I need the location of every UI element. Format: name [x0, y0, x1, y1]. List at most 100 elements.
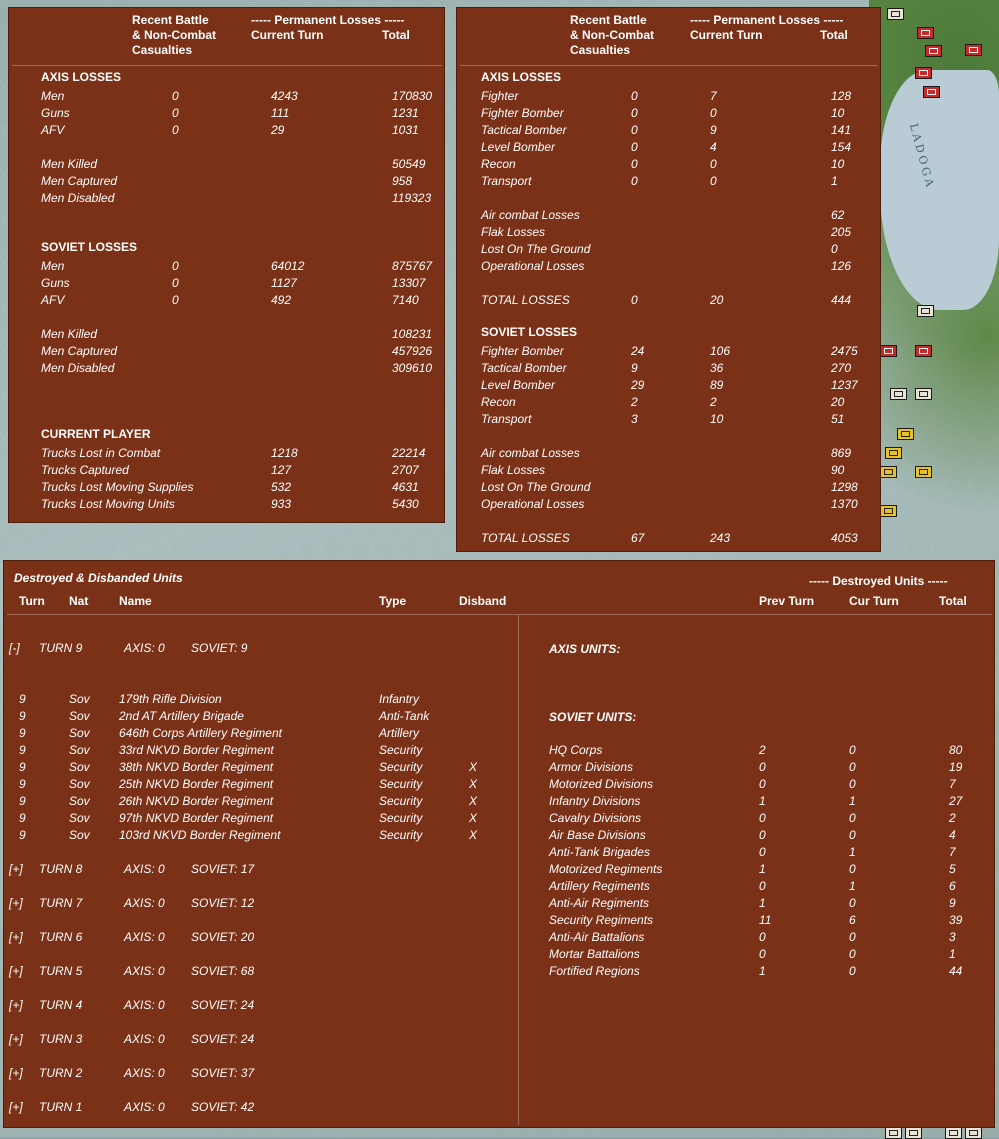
turn-soviet-count: SOVIET: 24 — [191, 1032, 255, 1046]
unit-counter-icon[interactable] — [897, 428, 914, 440]
col-name: Name — [119, 594, 152, 608]
unit-type: Anti-Tank — [379, 709, 430, 723]
turn-toggle-collapse[interactable]: [-] — [9, 641, 20, 655]
turn-label[interactable]: TURN 9 — [39, 641, 82, 655]
turn-label[interactable]: TURN 2 — [39, 1066, 82, 1080]
turn-axis-count: AXIS: 0 — [124, 998, 165, 1012]
air-axis-row-total: 1 — [831, 174, 838, 188]
unit-name[interactable]: 2nd AT Artillery Brigade — [119, 709, 244, 723]
unit-counter-icon[interactable] — [965, 1127, 982, 1139]
unit-counter-icon[interactable] — [905, 1127, 922, 1139]
soviet-unit-cur: 1 — [849, 794, 856, 808]
turn-toggle-expand[interactable]: [+] — [9, 1066, 23, 1080]
unit-counter-icon[interactable] — [880, 466, 897, 478]
player-row-total: 5430 — [392, 497, 419, 511]
turn-label[interactable]: TURN 6 — [39, 930, 82, 944]
unit-counter-icon[interactable] — [917, 27, 934, 39]
soviet-unit-cur: 0 — [849, 760, 856, 774]
axis-row-total: 170830 — [392, 89, 433, 103]
unit-counter-icon[interactable] — [880, 345, 897, 357]
turn-toggle-expand[interactable]: [+] — [9, 896, 23, 910]
unit-counter-icon[interactable] — [915, 466, 932, 478]
soviet-unit-total: 1 — [949, 947, 956, 961]
turn-label[interactable]: TURN 7 — [39, 896, 82, 910]
turn-label[interactable]: TURN 1 — [39, 1100, 82, 1114]
unit-type: Artillery — [379, 726, 420, 740]
turn-label[interactable]: TURN 5 — [39, 964, 82, 978]
unit-type: Security — [379, 811, 423, 825]
unit-name[interactable]: 33rd NKVD Border Regiment — [119, 743, 274, 757]
turn-toggle-expand[interactable]: [+] — [9, 964, 23, 978]
soviet-unit-label: Motorized Divisions — [549, 777, 654, 791]
air-axis-row-total: 141 — [831, 123, 852, 137]
air-soviet-detail-label: Operational Losses — [481, 497, 585, 511]
unit-counter-icon[interactable] — [915, 345, 932, 357]
player-row-label: Trucks Lost Moving Units — [41, 497, 175, 511]
air-axis-losses-title: AXIS LOSSES — [481, 70, 562, 84]
unit-counter-icon[interactable] — [915, 388, 932, 400]
unit-name[interactable]: 103rd NKVD Border Regiment — [119, 828, 280, 842]
unit-counter-icon[interactable] — [915, 67, 932, 79]
col-disband: Disband — [459, 594, 507, 608]
unit-name[interactable]: 646th Corps Artillery Regiment — [119, 726, 282, 740]
unit-name[interactable]: 25th NKVD Border Regiment — [119, 777, 273, 791]
turn-toggle-expand[interactable]: [+] — [9, 1032, 23, 1046]
unit-turn: 9 — [19, 811, 26, 825]
header-recent-line3: Casualties — [570, 43, 631, 57]
turn-label[interactable]: TURN 4 — [39, 998, 82, 1012]
unit-name[interactable]: 38th NKVD Border Regiment — [119, 760, 273, 774]
unit-counter-icon[interactable] — [885, 1127, 902, 1139]
unit-counter-icon[interactable] — [880, 505, 897, 517]
turn-soviet-count: SOVIET: 37 — [191, 1066, 255, 1080]
player-row-current: 1218 — [271, 446, 298, 460]
soviet-unit-prev: 1 — [759, 794, 766, 808]
soviet-unit-total: 6 — [949, 879, 956, 893]
turn-label[interactable]: TURN 8 — [39, 862, 82, 876]
unit-counter-icon[interactable] — [917, 305, 934, 317]
air-soviet-row-label: Transport — [481, 412, 532, 426]
turn-toggle-expand[interactable]: [+] — [9, 1100, 23, 1114]
unit-name[interactable]: 97th NKVD Border Regiment — [119, 811, 273, 825]
turn-label[interactable]: TURN 3 — [39, 1032, 82, 1046]
air-axis-row-label: Fighter — [481, 89, 519, 103]
unit-counter-icon[interactable] — [925, 45, 942, 57]
soviet-unit-cur: 0 — [849, 896, 856, 910]
col-cur-turn: Cur Turn — [849, 594, 899, 608]
soviet-unit-cur: 0 — [849, 862, 856, 876]
soviet-detail-total: 108231 — [392, 327, 433, 341]
soviet-unit-cur: 0 — [849, 964, 856, 978]
soviet-unit-prev: 2 — [759, 743, 766, 757]
destroyed-units-panel: Destroyed & Disbanded Units ----- Destroy… — [3, 560, 995, 1128]
air-axis-row-current: 0 — [710, 157, 717, 171]
unit-name[interactable]: 26th NKVD Border Regiment — [119, 794, 273, 808]
air-soviet-detail-total: 1370 — [831, 497, 858, 511]
unit-counter-icon[interactable] — [965, 44, 982, 56]
axis-row-current: 4243 — [271, 89, 298, 103]
air-soviet-detail-total: 90 — [831, 463, 845, 477]
unit-counter-icon[interactable] — [923, 86, 940, 98]
soviet-row-current: 64012 — [271, 259, 305, 273]
turn-toggle-expand[interactable]: [+] — [9, 930, 23, 944]
soviet-unit-cur: 1 — [849, 845, 856, 859]
soviet-unit-label: Anti-Tank Brigades — [549, 845, 650, 859]
unit-name[interactable]: 179th Rifle Division — [119, 692, 222, 706]
soviet-unit-total: 44 — [949, 964, 963, 978]
turn-axis-count: AXIS: 0 — [124, 641, 165, 655]
soviet-unit-prev: 1 — [759, 964, 766, 978]
unit-nat: Sov — [69, 692, 90, 706]
header-permanent-losses: ----- Permanent Losses ----- — [251, 13, 405, 27]
unit-counter-icon[interactable] — [945, 1127, 962, 1139]
air-soviet-row-current: 36 — [710, 361, 724, 375]
air-soviet-row-current: 106 — [710, 344, 731, 358]
air-soviet-row-total: 1237 — [831, 378, 858, 392]
air-axis-row-current: 0 — [710, 174, 717, 188]
unit-counter-icon[interactable] — [885, 447, 902, 459]
unit-counter-icon[interactable] — [890, 388, 907, 400]
soviet-row-current: 492 — [271, 293, 292, 307]
unit-counter-icon[interactable] — [887, 8, 904, 20]
soviet-unit-total: 27 — [949, 794, 963, 808]
turn-toggle-expand[interactable]: [+] — [9, 862, 23, 876]
unit-nat: Sov — [69, 760, 90, 774]
unit-nat: Sov — [69, 743, 90, 757]
turn-toggle-expand[interactable]: [+] — [9, 998, 23, 1012]
